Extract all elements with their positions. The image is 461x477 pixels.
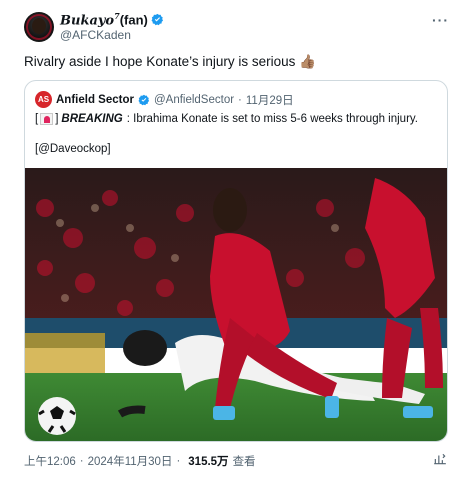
quote-author-avatar[interactable]: AS xyxy=(35,91,52,108)
tweet-time[interactable]: 上午12:06 xyxy=(24,453,76,469)
quoted-tweet[interactable]: AS Anfield Sector @AnfieldSector · 11月29… xyxy=(24,80,448,442)
more-dots-icon[interactable]: ··· xyxy=(432,12,449,28)
view-count-label: 查看 xyxy=(232,456,256,468)
match-photo-illustration xyxy=(25,168,447,441)
quote-text: : Ibrahima Konate is set to miss 5-6 wee… xyxy=(126,113,419,125)
verified-badge-icon xyxy=(151,13,163,26)
match-photo[interactable] xyxy=(25,168,447,441)
quote-credit: [@Daveockop] xyxy=(35,143,111,155)
quote-date[interactable]: 11月29日 xyxy=(246,92,294,108)
quote-author-name[interactable]: Anfield Sector xyxy=(56,94,134,106)
author-avatar[interactable] xyxy=(24,12,54,42)
tweet-date[interactable]: 2024年11月30日 xyxy=(88,453,173,469)
bracket-close: ] xyxy=(55,113,59,125)
tweet-footer: 上午12:06 · 2024年11月30日 · 315.5万 查看 xyxy=(24,453,256,469)
quote-author-handle: @AnfieldSector xyxy=(153,94,235,106)
verified-badge-icon xyxy=(138,94,150,106)
view-count: 315.5万 xyxy=(188,456,229,468)
footer-separator: · xyxy=(176,455,181,467)
bracket-open: [ xyxy=(35,113,39,125)
breaking-label: BREAKING xyxy=(61,113,123,125)
quote-text-line: [ ] BREAKING : Ibrahima Konate is set to… xyxy=(35,113,418,125)
tweet-card: Bukayo7(fan) @AFCKaden ··· Rivalry aside… xyxy=(0,0,461,477)
author-handle[interactable]: @AFCKaden xyxy=(60,28,131,42)
stats-icon[interactable] xyxy=(433,452,447,466)
footer-separator: · xyxy=(79,455,84,467)
tweet-text: Rivalry aside I hope Konate’s injury is … xyxy=(24,54,316,69)
author-name[interactable]: Bukayo7(fan) xyxy=(60,11,148,28)
quote-header: Anfield Sector @AnfieldSector · 11月29日 xyxy=(56,92,294,108)
quote-separator: · xyxy=(238,94,242,106)
siren-icon xyxy=(40,113,54,125)
author-name-row[interactable]: Bukayo7(fan) xyxy=(60,11,164,28)
